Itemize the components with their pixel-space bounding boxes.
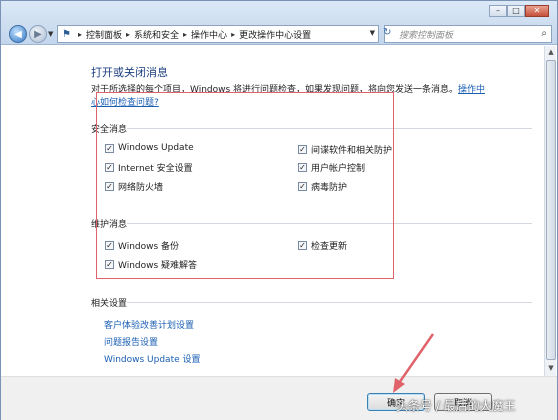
- link-problem-reporting[interactable]: 问题报告设置: [104, 335, 158, 348]
- forward-arrow-icon: ▶: [34, 28, 42, 40]
- link-customer-experience[interactable]: 客户体验改善计划设置: [104, 318, 194, 331]
- link-windows-update-settings[interactable]: Windows Update 设置: [104, 352, 201, 365]
- chevron-right-icon[interactable]: ▸: [126, 30, 130, 39]
- navigation-bar: – □ ✕ ◀ ▶ ▼ ⚑ ▸ 控制面板 ▸ 系统和安全 ▸ 操作中心 ▸ 更改…: [1, 1, 557, 45]
- recent-pages-dropdown-icon[interactable]: ▼: [48, 30, 53, 38]
- window-controls: – □ ✕: [489, 5, 549, 17]
- scrollbar-thumb[interactable]: [546, 60, 556, 360]
- address-bar[interactable]: ⚑ ▸ 控制面板 ▸ 系统和安全 ▸ 操作中心 ▸ 更改操作中心设置 ▼: [57, 25, 379, 43]
- search-icon[interactable]: ⌕: [541, 28, 547, 39]
- chevron-right-icon[interactable]: ▸: [78, 30, 82, 39]
- chevron-right-icon[interactable]: ▸: [183, 30, 187, 39]
- address-dropdown-icon[interactable]: ▼: [370, 29, 375, 37]
- scroll-down-icon[interactable]: ▼: [546, 364, 556, 374]
- maximize-button[interactable]: □: [507, 5, 525, 17]
- breadcrumb-control-panel[interactable]: 控制面板: [86, 28, 122, 41]
- minimize-button[interactable]: –: [489, 5, 507, 17]
- forward-button[interactable]: ▶: [29, 25, 47, 43]
- back-arrow-icon: ◀: [14, 28, 22, 40]
- control-panel-flag-icon: ⚑: [62, 28, 71, 40]
- scroll-up-icon[interactable]: ▲: [546, 48, 556, 58]
- breadcrumb-change-settings[interactable]: 更改操作中心设置: [239, 28, 311, 41]
- highlight-annotation: [96, 92, 394, 279]
- close-button[interactable]: ✕: [525, 5, 549, 17]
- chevron-right-icon[interactable]: ▸: [231, 30, 235, 39]
- divider: [127, 302, 532, 303]
- search-box[interactable]: ↻ 搜索控制面板 ⌕: [383, 25, 552, 43]
- vertical-scrollbar[interactable]: ▲ ▼: [544, 46, 556, 376]
- breadcrumb-system-security[interactable]: 系统和安全: [134, 28, 179, 41]
- refresh-icon[interactable]: ↻: [383, 27, 391, 38]
- search-input[interactable]: 搜索控制面板: [399, 28, 453, 41]
- back-button[interactable]: ◀: [9, 25, 27, 43]
- watermark: 头条号 / 最后的大魔王: [396, 399, 516, 413]
- breadcrumb-action-center[interactable]: 操作中心: [191, 28, 227, 41]
- related-settings-heading: 相关设置: [91, 299, 128, 309]
- page-title: 打开或关闭消息: [91, 66, 168, 79]
- window: – □ ✕ ◀ ▶ ▼ ⚑ ▸ 控制面板 ▸ 系统和安全 ▸ 操作中心 ▸ 更改…: [0, 0, 558, 420]
